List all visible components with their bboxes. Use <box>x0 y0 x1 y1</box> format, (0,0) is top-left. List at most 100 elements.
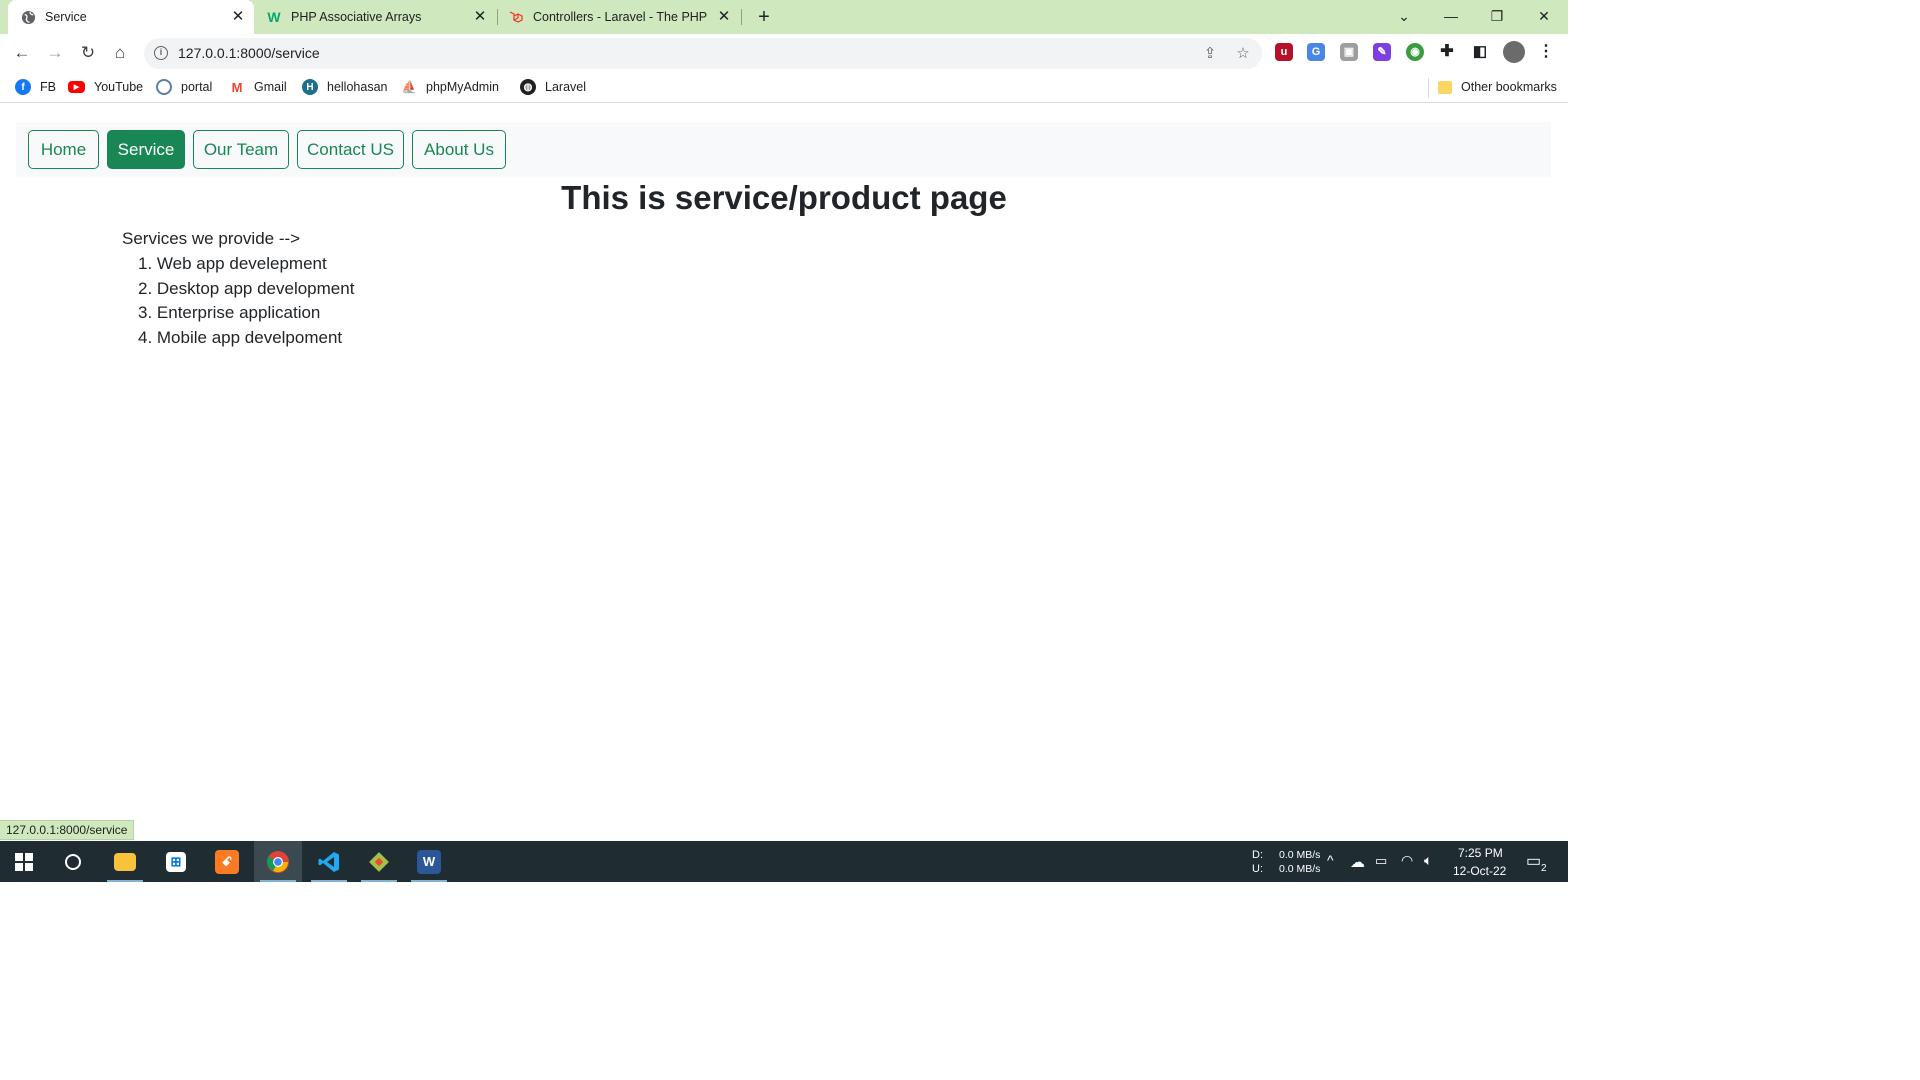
portal-icon <box>156 79 172 95</box>
search-button[interactable] <box>49 841 97 882</box>
taskbar-xampp[interactable]: ꗃ <box>203 841 251 882</box>
running-indicator <box>361 880 397 882</box>
store-icon: ⊞ <box>166 851 186 872</box>
list-item: 2. Desktop app development <box>138 278 355 298</box>
minimize-button[interactable]: — <box>1437 4 1465 28</box>
running-indicator <box>260 880 296 882</box>
taskbar-store[interactable]: ⊞ <box>152 841 200 882</box>
other-bookmarks-label: Other bookmarks <box>1461 80 1557 94</box>
ublock-extension-icon[interactable]: u <box>1275 43 1293 61</box>
list-item: 1. Web app develepment <box>138 254 327 273</box>
taskbar-git[interactable] <box>355 841 403 882</box>
list-item: 4. Mobile app develpoment <box>138 327 343 347</box>
tab-separator <box>741 9 742 25</box>
volume-icon[interactable]: 🔈︎ <box>1424 852 1432 869</box>
bookmark-laravel[interactable]: ◍ Laravel <box>520 78 586 96</box>
bookmark-label: Laravel <box>545 80 586 94</box>
taskbar-word[interactable]: W <box>405 841 453 882</box>
close-tab-icon[interactable]: ✕ <box>230 9 246 25</box>
image-extension-icon[interactable]: ▣ <box>1340 43 1358 61</box>
notification-count-badge: 2 <box>1541 863 1547 874</box>
word-icon: W <box>417 849 441 874</box>
forward-icon[interactable]: → <box>43 41 67 65</box>
bookmark-label: YouTube <box>94 80 144 94</box>
extensions-puzzle-icon[interactable]: ✚ <box>1438 43 1456 61</box>
bookmark-label: phpMyAdmin <box>426 80 499 94</box>
close-tab-icon[interactable]: ✕ <box>716 9 732 25</box>
tab-title: Service <box>45 10 87 24</box>
globe-extension-icon[interactable]: ◉ <box>1406 43 1424 61</box>
taskbar-vscode[interactable] <box>305 841 353 882</box>
onedrive-cloud-icon[interactable]: ☁ <box>1350 853 1365 871</box>
globe-icon: ◍ <box>520 79 536 95</box>
bookmark-phpmyadmin[interactable]: ⛵ phpMyAdmin <box>401 78 499 96</box>
pen-extension-icon[interactable]: ✎ <box>1373 43 1391 61</box>
bookmark-hellohasan[interactable]: H hellohasan <box>302 78 387 96</box>
back-icon[interactable]: ← <box>10 41 34 65</box>
tab-separator <box>497 9 498 25</box>
bookmark-label: Gmail <box>254 80 287 94</box>
battery-icon[interactable]: ▭ <box>1375 853 1387 869</box>
new-tab-button[interactable]: + <box>753 6 775 28</box>
youtube-icon: ▶ <box>68 81 85 93</box>
translate-extension-icon[interactable]: G <box>1307 43 1325 61</box>
taskbar-chrome[interactable] <box>254 841 302 882</box>
bookmark-youtube[interactable]: ▶ YouTube <box>68 78 143 96</box>
restore-button[interactable]: ❐ <box>1483 4 1511 28</box>
tab-search-button[interactable]: ⌄ <box>1390 4 1418 28</box>
laravel-icon <box>508 9 524 25</box>
xampp-icon: ꗃ <box>215 849 239 874</box>
list-item: 3. Enterprise application <box>138 303 321 322</box>
nav-service-button[interactable]: Service <box>107 130 185 169</box>
tab-controllers-laravel[interactable]: Controllers - Laravel - The PHP Fr ✕ <box>500 0 740 34</box>
bookmarks-bar: f FB ▶ YouTube portal M Gmail H hellohas… <box>0 72 1568 103</box>
net-down-speed: 0.0 MB/s <box>1279 849 1321 861</box>
status-bubble: 127.0.0.1:8000/service <box>0 820 135 840</box>
bookmark-fb[interactable]: f FB <box>15 78 56 96</box>
bookmark-gmail[interactable]: M Gmail <box>229 78 287 96</box>
menu-kebab-icon[interactable]: ⋮ <box>1537 43 1555 61</box>
services-list: 1. Web app develepment 2. Desktop app de… <box>138 252 354 350</box>
running-indicator <box>311 880 347 882</box>
tab-service[interactable]: Service ✕ <box>8 0 254 34</box>
side-panel-icon[interactable]: ◧ <box>1471 43 1489 61</box>
running-indicator <box>107 880 143 882</box>
bookmark-star-icon[interactable]: ☆ <box>1233 44 1253 64</box>
services-intro: Services we provide --> <box>122 229 301 248</box>
tab-php-associative-arrays[interactable]: W PHP Associative Arrays ✕ <box>258 0 496 34</box>
folder-icon <box>1438 80 1452 94</box>
globe-icon <box>20 9 36 25</box>
vscode-icon <box>318 851 339 872</box>
windows-taskbar: ⊞ ꗃ W D: U: 0.0 MB/s 0.0 MB/s ^ ☁ ▭ ◠ 🔈︎… <box>0 841 1568 882</box>
nav-our-team-button[interactable]: Our Team <box>193 130 289 169</box>
nav-home-button[interactable]: Home <box>28 130 99 169</box>
other-bookmarks[interactable]: Other bookmarks <box>1438 78 1557 96</box>
bookmark-portal[interactable]: portal <box>156 78 212 96</box>
page-viewport: Home Service Our Team Contact US About U… <box>0 104 1568 840</box>
address-url[interactable]: 127.0.0.1:8000/service <box>178 45 320 61</box>
windows-icon <box>15 852 33 871</box>
start-button[interactable] <box>0 841 48 882</box>
bookmarks-separator <box>1428 78 1429 98</box>
show-hidden-icons-chevron-icon[interactable]: ^ <box>1327 852 1334 868</box>
nav-about-us-button[interactable]: About Us <box>412 130 506 169</box>
close-tab-icon[interactable]: ✕ <box>472 9 488 25</box>
bookmark-label: portal <box>181 80 213 94</box>
net-down-label: D: <box>1252 849 1263 861</box>
page-title: This is service/product page <box>561 179 1007 216</box>
close-window-button[interactable]: ✕ <box>1530 4 1558 28</box>
clock-date[interactable]: 12-Oct-22 <box>1453 864 1506 878</box>
home-icon[interactable]: ⌂ <box>108 41 132 65</box>
phpmyadmin-icon: ⛵ <box>401 79 417 95</box>
nav-contact-us-button[interactable]: Contact US <box>297 130 404 169</box>
address-bar[interactable]: i 127.0.0.1:8000/service ⇪ ☆ <box>144 38 1262 69</box>
wifi-icon[interactable]: ◠ <box>1401 852 1413 869</box>
browser-toolbar: ← → ↻ ⌂ i 127.0.0.1:8000/service ⇪ ☆ u G… <box>0 34 1568 72</box>
reload-icon[interactable]: ↻ <box>76 41 100 65</box>
folder-icon <box>114 852 136 871</box>
taskbar-file-explorer[interactable] <box>101 841 149 882</box>
profile-avatar[interactable] <box>1503 41 1525 63</box>
share-icon[interactable]: ⇪ <box>1200 44 1220 64</box>
clock-time[interactable]: 7:25 PM <box>1458 846 1503 860</box>
site-info-icon[interactable]: i <box>154 46 168 60</box>
